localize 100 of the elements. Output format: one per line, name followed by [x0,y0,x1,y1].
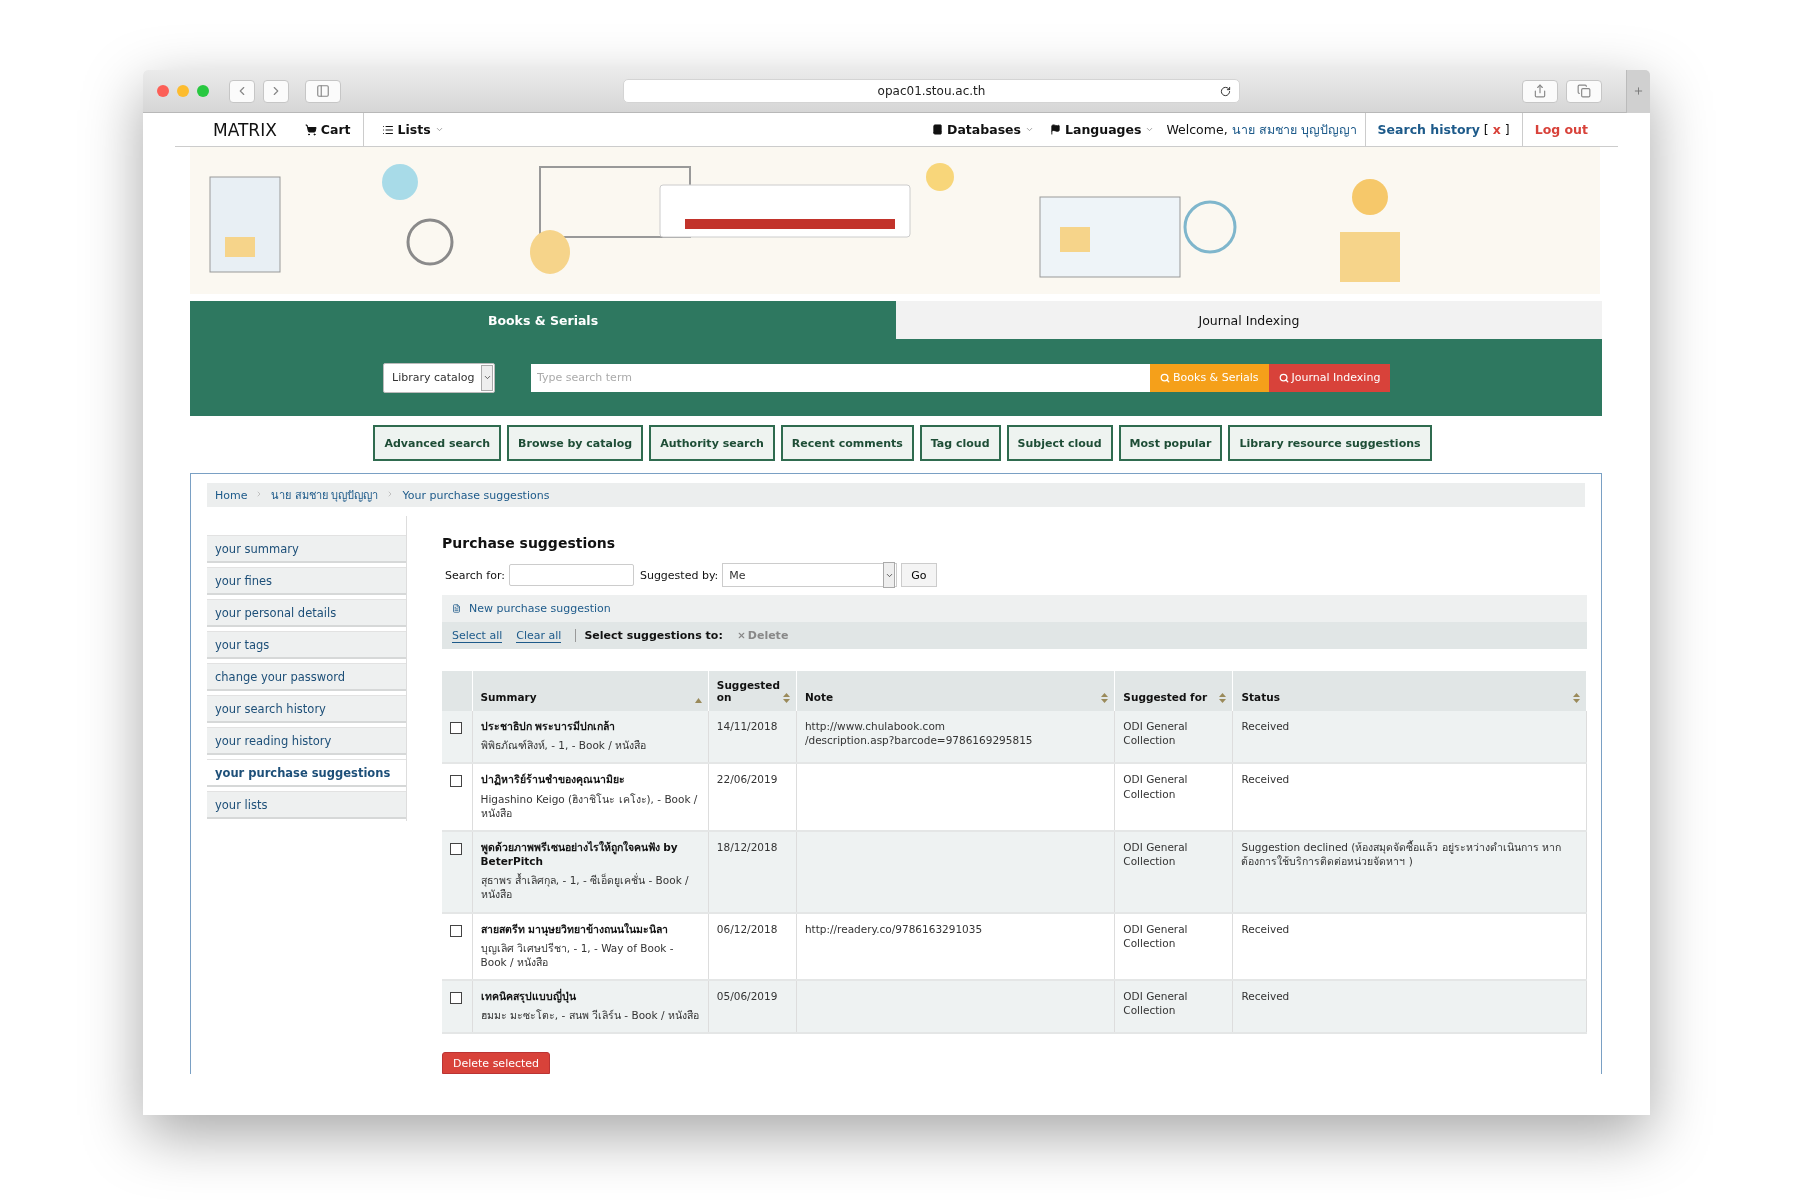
date-cell: 06/12/2018 [716,922,778,935]
share-icon [1533,84,1547,98]
search-icon [1160,372,1170,383]
column-header[interactable]: Summary [480,691,537,703]
sidebar-item[interactable]: your reading history [207,727,406,755]
breadcrumb-link[interactable]: Home [215,488,248,502]
status-cell: Received [1241,990,1290,1003]
select-label: Select suggestions to: [584,629,723,642]
forward-button[interactable] [263,79,289,103]
status-cell: Received [1241,773,1290,786]
nav-link-button[interactable]: Library resource suggestions [1228,425,1432,461]
column-header[interactable]: Status [1241,691,1280,703]
back-button[interactable] [229,79,255,103]
reload-icon[interactable] [1220,85,1231,97]
caret-icon [434,125,444,134]
sort-icon[interactable] [782,693,790,703]
search-field[interactable] [508,564,634,586]
row-checkbox[interactable] [450,722,462,734]
book-icon [932,124,944,135]
close-button[interactable] [157,85,169,97]
logout-link[interactable]: Log out [1534,122,1588,137]
search-history-link[interactable]: Search history [1377,122,1480,137]
sidebar-item[interactable]: your tags [207,631,406,659]
book-title: เทคนิคสรุปแบบญี่ปุ่น [480,989,577,1004]
nav-link-button[interactable]: Subject cloud [1006,425,1113,461]
date-cell: 18/12/2018 [716,840,778,853]
status-cell: Received [1241,922,1290,935]
book-details: Higashino Keigo (ฮิงาชิโนะ เคโงะ), - Book / หนังสือ [480,791,699,820]
user-name-link[interactable]: นาย สมชาย บุญปัญญา [1231,119,1357,140]
search-field[interactable]: Type search term [531,363,1150,392]
library-cell: ODI General Collection [1123,840,1188,868]
cart-link[interactable]: Cart [292,113,364,146]
date-cell: 14/11/2018 [716,720,778,732]
library-cell: ODI General Collection [1123,720,1188,747]
library-cell: ODI General Collection [1123,773,1188,800]
nav-link-button[interactable]: Tag cloud [919,425,1001,461]
search-tab[interactable]: Journal Indexing [896,301,1602,339]
breadcrumb-link[interactable]: Your purchase suggestions [402,488,550,502]
share-button[interactable] [1522,79,1558,103]
book-details: ฮมมะ มะซะโตะ, - สนพ วีเลิร์น - Book / หนังสือ [480,1008,700,1023]
list-icon [381,123,394,136]
date-cell: 22/06/2019 [716,773,778,786]
maximize-button[interactable] [197,85,209,97]
clear-all-link[interactable]: Clear all [516,628,562,643]
book-title: ปาฏิหาริย์ร้านชำของคุณนามิยะ [480,772,626,787]
document-icon [452,604,461,613]
sort-icon[interactable] [1219,693,1227,703]
flag-icon [1050,124,1061,135]
sort-icon[interactable] [1573,693,1580,703]
catalog-select[interactable]: Library catalog [383,362,495,393]
sort-icon[interactable] [1101,693,1109,703]
nav-link-button[interactable]: Most popular [1118,425,1223,461]
row-checkbox[interactable] [450,775,462,788]
bracket-text: ] [1504,122,1510,137]
column-header[interactable]: Note [804,691,834,703]
library-cell: ODI General Collection [1123,922,1188,949]
suggested-by-select[interactable]: Me [722,563,898,587]
go-button[interactable]: Go [901,563,937,587]
databases-menu[interactable]: Databases [920,113,1046,146]
search-tab[interactable]: Books & Serials [190,301,896,339]
sidebar-item[interactable]: your purchase suggestions [207,759,406,787]
nav-link-button[interactable]: Authority search [649,425,775,461]
sidebar-item[interactable]: your lists [207,791,406,819]
sidebar-item[interactable]: your personal details [207,599,406,627]
row-checkbox[interactable] [450,842,462,855]
caret-icon [1145,125,1155,134]
sidebar-button[interactable] [305,79,341,103]
sidebar-item[interactable]: your search history [207,695,406,723]
field-label: Search for: [445,568,505,582]
cart-icon [304,123,317,136]
book-details: สุธาพร ส้ำเลิศกุล, - 1, - ซีเอ็ดยูเคชั่น - Book / หนังสือ [480,873,690,902]
sidebar-item[interactable]: your summary [207,535,406,563]
sidebar-item[interactable]: change your password [207,663,406,691]
tabs-button[interactable] [1566,79,1602,103]
nav-link-button[interactable]: Advanced search [373,425,502,461]
book-details: พิพิธภัณฑ์สิงห์, - 1, - Book / หนังสือ [480,738,648,753]
languages-menu[interactable]: Languages [1046,113,1167,146]
clear-history-link[interactable]: x [1492,122,1501,137]
caret-icon [1025,125,1034,134]
lists-menu[interactable]: Lists [369,113,456,146]
book-details: บุญเลิศ วิเศษปรีชา, - 1, - Way of Book - Book / หนังสือ [480,940,675,970]
new-suggestion-link[interactable]: New purchase suggestion [469,602,611,615]
delete-selected-button[interactable]: Delete selected [442,1052,551,1075]
nav-link-button[interactable]: Recent comments [780,425,914,461]
row-checkbox[interactable] [450,992,462,1005]
breadcrumb-link[interactable]: นาย สมชาย บุญปัญญา [271,486,379,504]
status-cell: Suggestion declined (ห้องสมุดจัดซื้อแล้ว อยู่ระหว่างดำเนินการ หากต้องการใช้บริการติดต่อหน่วยจัดหาฯ ) [1241,840,1562,868]
address-bar[interactable]: opac01.stou.ac.th [623,79,1240,103]
sort-ascending-icon[interactable] [694,698,702,703]
row-checkbox[interactable] [450,924,462,937]
sidebar-item[interactable]: your fines [207,567,406,595]
select-all-link[interactable]: Select all [452,628,503,643]
date-cell: 05/06/2019 [716,990,778,1003]
plus-icon [1633,84,1644,98]
field-label: Suggested by: [639,568,719,582]
nav-link-button[interactable]: Browse by catalog [507,425,644,461]
brand-logo[interactable]: MATRIX [213,119,277,140]
caret-icon [482,373,492,382]
search-button[interactable]: Journal Indexing [1268,363,1391,392]
close-icon [736,631,746,640]
